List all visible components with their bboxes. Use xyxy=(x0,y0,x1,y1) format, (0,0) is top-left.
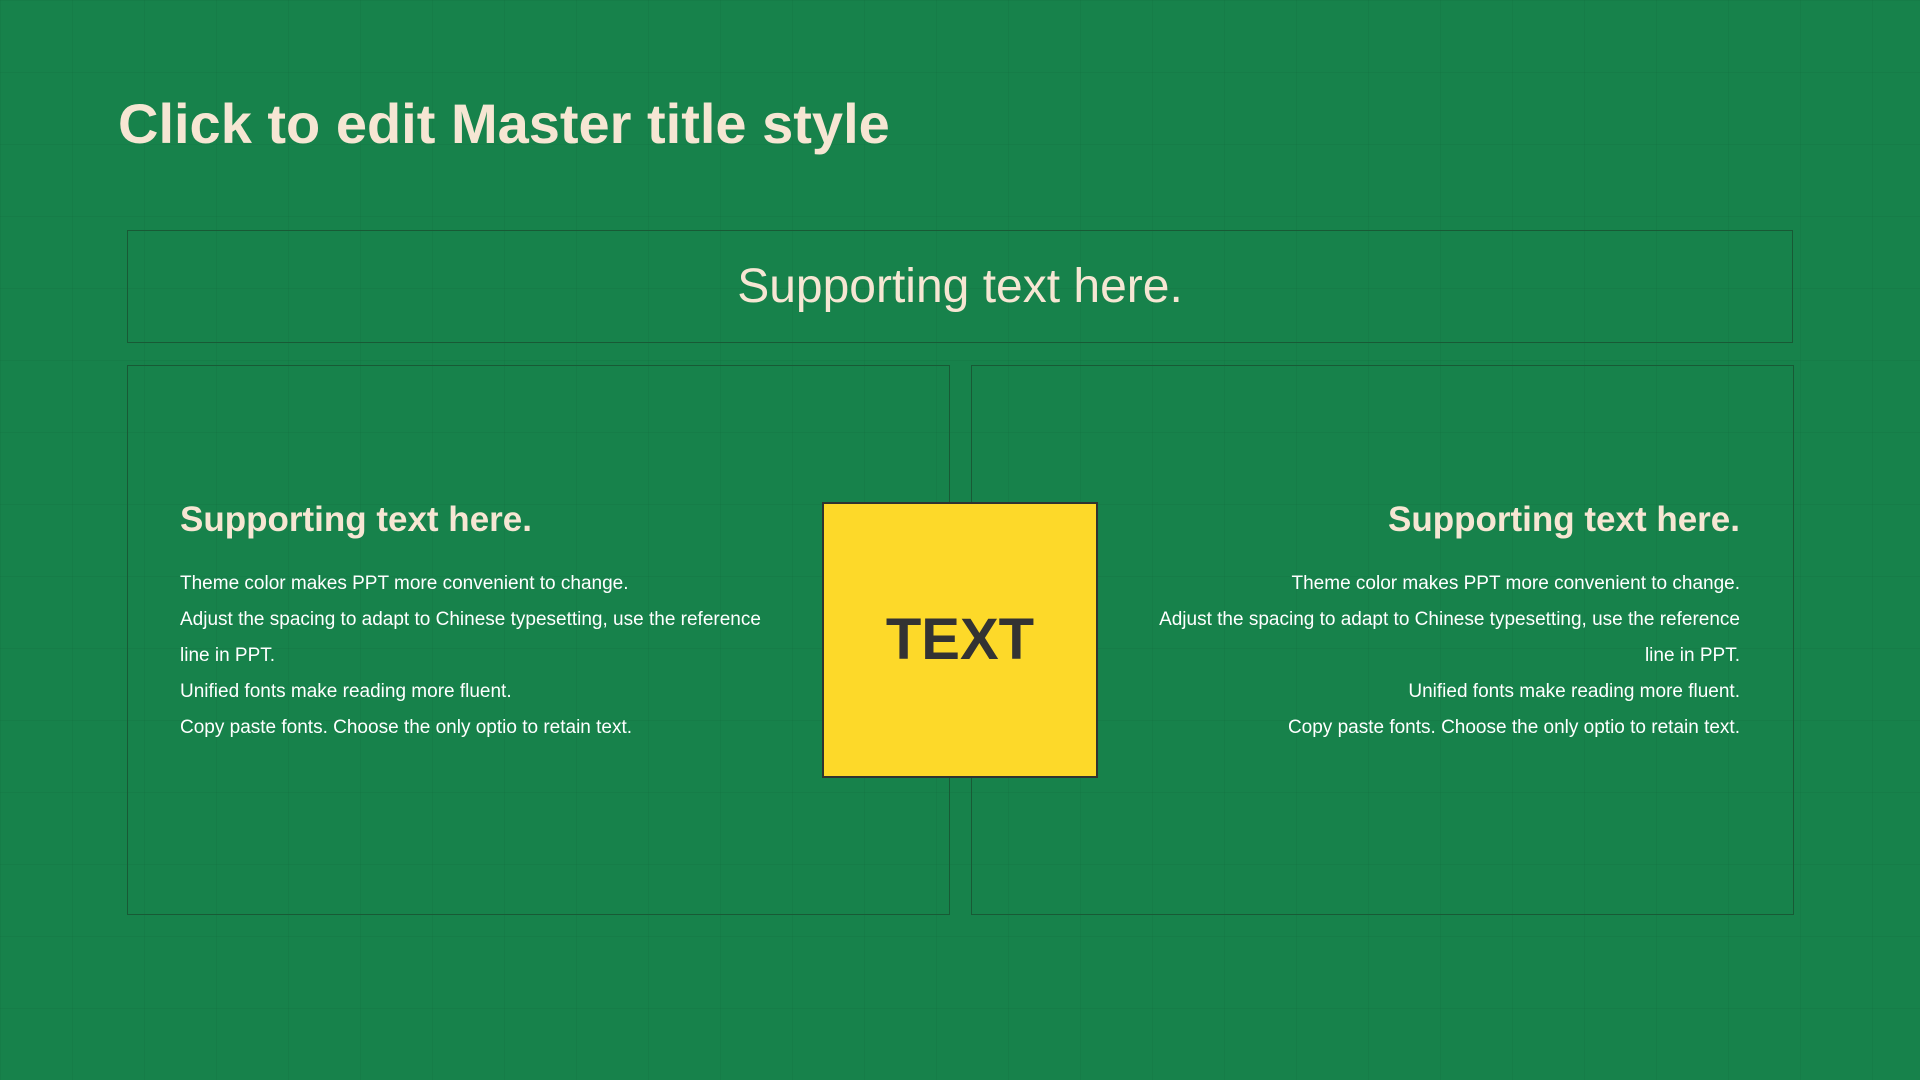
left-block-heading: Supporting text here. xyxy=(180,500,532,539)
left-block-line: Theme color makes PPT more convenient to… xyxy=(180,573,629,594)
right-block-line: Copy paste fonts. Choose the only optio … xyxy=(1287,717,1740,738)
right-block-line: Adjust the spacing to adapt to Chinese t… xyxy=(1159,609,1740,666)
center-label: TEXT xyxy=(885,607,1035,672)
left-text-block: Supporting text here. Theme color makes … xyxy=(180,498,787,746)
right-block-body: Theme color makes PPT more convenient to… xyxy=(1133,566,1740,746)
center-box: TEXT xyxy=(822,502,1098,778)
left-block-line: Unified fonts make reading more fluent. xyxy=(180,681,512,702)
right-block-heading: Supporting text here. xyxy=(1388,500,1740,539)
right-block-line: Theme color makes PPT more convenient to… xyxy=(1291,573,1741,594)
left-block-body: Theme color makes PPT more convenient to… xyxy=(180,566,787,746)
left-block-line: Copy paste fonts. Choose the only optio … xyxy=(180,717,633,738)
right-text-block: Supporting text here. Theme color makes … xyxy=(1133,498,1740,746)
right-block-line: Unified fonts make reading more fluent. xyxy=(1408,681,1740,702)
slide-title: Click to edit Master title style xyxy=(118,92,890,155)
left-block-line: Adjust the spacing to adapt to Chinese t… xyxy=(180,609,761,666)
banner-frame: Supporting text here. xyxy=(127,230,1793,343)
banner-text: Supporting text here. xyxy=(737,259,1183,313)
